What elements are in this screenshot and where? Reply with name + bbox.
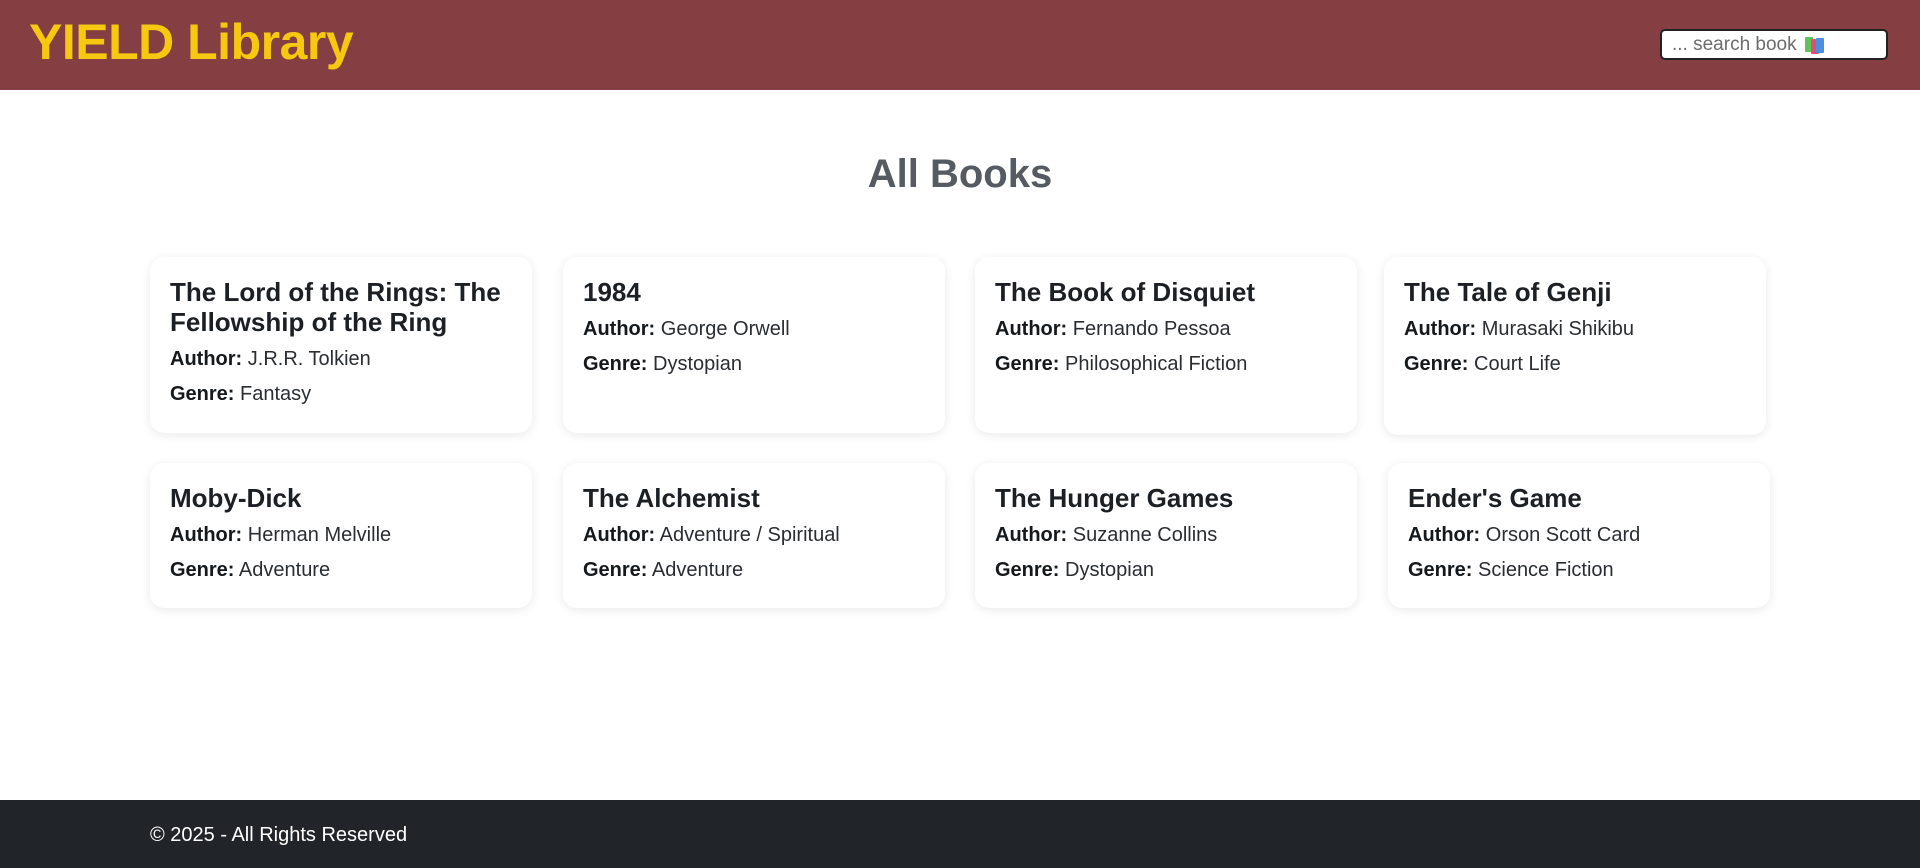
genre-value: Adventure (238, 559, 331, 581)
author-value: George Orwell (660, 318, 790, 340)
book-card[interactable]: 1984 Author: George Orwell Genre: Dystop… (563, 257, 945, 433)
author-label: Author: (170, 348, 243, 370)
book-title: The Book of Disquiet (995, 277, 1255, 307)
book-author: Author: Orson Scott Card (1408, 522, 1750, 548)
book-card[interactable]: The Hunger Games Author: Suzanne Collins… (975, 463, 1357, 608)
author-value: J.R.R. Tolkien (247, 348, 371, 370)
book-card[interactable]: The Tale of Genji Author: Murasaki Shiki… (1384, 257, 1766, 435)
book-genre: Genre: Dystopian (583, 351, 925, 377)
book-card[interactable]: The Lord of the Rings: The Fellowship of… (150, 257, 532, 433)
author-value: Suzanne Collins (1072, 524, 1218, 546)
author-label: Author: (995, 318, 1068, 340)
author-label: Author: (170, 524, 243, 546)
book-title: The Hunger Games (995, 483, 1234, 513)
book-author: Author: Herman Melville (170, 522, 512, 548)
genre-label: Genre: (1404, 353, 1469, 375)
genre-value: Fantasy (240, 383, 312, 405)
book-author: Author: Murasaki Shikibu (1404, 316, 1746, 342)
page-title: All Books (867, 152, 1053, 196)
author-label: Author: (583, 524, 656, 546)
book-genre: Genre: Adventure (170, 557, 512, 583)
book-title: 1984 (583, 277, 641, 307)
book-title: Ender's Game (1408, 483, 1582, 513)
book-genre: Genre: Science Fiction (1408, 557, 1750, 583)
author-label: Author: (995, 524, 1068, 546)
genre-label: Genre: (995, 559, 1060, 581)
book-card[interactable]: The Alchemist Author: Adventure / Spirit… (563, 463, 945, 608)
genre-label: Genre: (995, 353, 1060, 375)
book-title: The Alchemist (583, 483, 760, 513)
book-author: Author: George Orwell (583, 316, 925, 342)
genre-value: Dystopian (653, 353, 742, 375)
book-title: Moby-Dick (170, 483, 302, 513)
search-input[interactable]: ... search book (1660, 29, 1888, 60)
genre-label: Genre: (1408, 559, 1473, 581)
author-value: Adventure / Spiritual (659, 524, 840, 546)
book-genre: Genre: Court Life (1404, 351, 1746, 377)
copyright-text: © 2025 - All Rights Reserved (150, 824, 408, 846)
book-genre: Genre: Dystopian (995, 557, 1337, 583)
author-label: Author: (583, 318, 656, 340)
book-card[interactable]: Moby-Dick Author: Herman Melville Genre:… (150, 463, 532, 608)
author-value: Murasaki Shikibu (1481, 318, 1635, 340)
brand-logo[interactable]: YIELD Library (29, 10, 354, 74)
book-genre: Genre: Fantasy (170, 381, 512, 407)
author-label: Author: (1408, 524, 1481, 546)
genre-value: Court Life (1474, 353, 1561, 375)
book-genre: Genre: Adventure (583, 557, 925, 583)
genre-label: Genre: (583, 353, 648, 375)
genre-value: Dystopian (1065, 559, 1154, 581)
author-label: Author: (1404, 318, 1477, 340)
book-author: Author: Fernando Pessoa (995, 316, 1337, 342)
genre-label: Genre: (170, 559, 235, 581)
book-title: The Lord of the Rings: The Fellowship of… (170, 277, 501, 337)
genre-value: Philosophical Fiction (1065, 353, 1248, 375)
footer: © 2025 - All Rights Reserved (0, 800, 1920, 868)
book-title: The Tale of Genji (1404, 277, 1612, 307)
book-card[interactable]: Ender's Game Author: Orson Scott Card Ge… (1388, 463, 1770, 608)
genre-value: Adventure (651, 559, 744, 581)
book-genre: Genre: Philosophical Fiction (995, 351, 1337, 377)
author-value: Herman Melville (247, 524, 392, 546)
genre-label: Genre: (583, 559, 648, 581)
book-author: Author: J.R.R. Tolkien (170, 346, 512, 372)
genre-label: Genre: (170, 383, 235, 405)
author-value: Fernando Pessoa (1072, 318, 1231, 340)
book-author: Author: Suzanne Collins (995, 522, 1337, 548)
author-value: Orson Scott Card (1485, 524, 1641, 546)
books-icon (1804, 36, 1825, 54)
search-placeholder: ... search book (1672, 33, 1797, 55)
header: YIELD Library ... search book (0, 0, 1920, 90)
book-card[interactable]: The Book of Disquiet Author: Fernando Pe… (975, 257, 1357, 433)
genre-value: Science Fiction (1478, 559, 1614, 581)
book-author: Author: Adventure / Spiritual (583, 522, 925, 548)
